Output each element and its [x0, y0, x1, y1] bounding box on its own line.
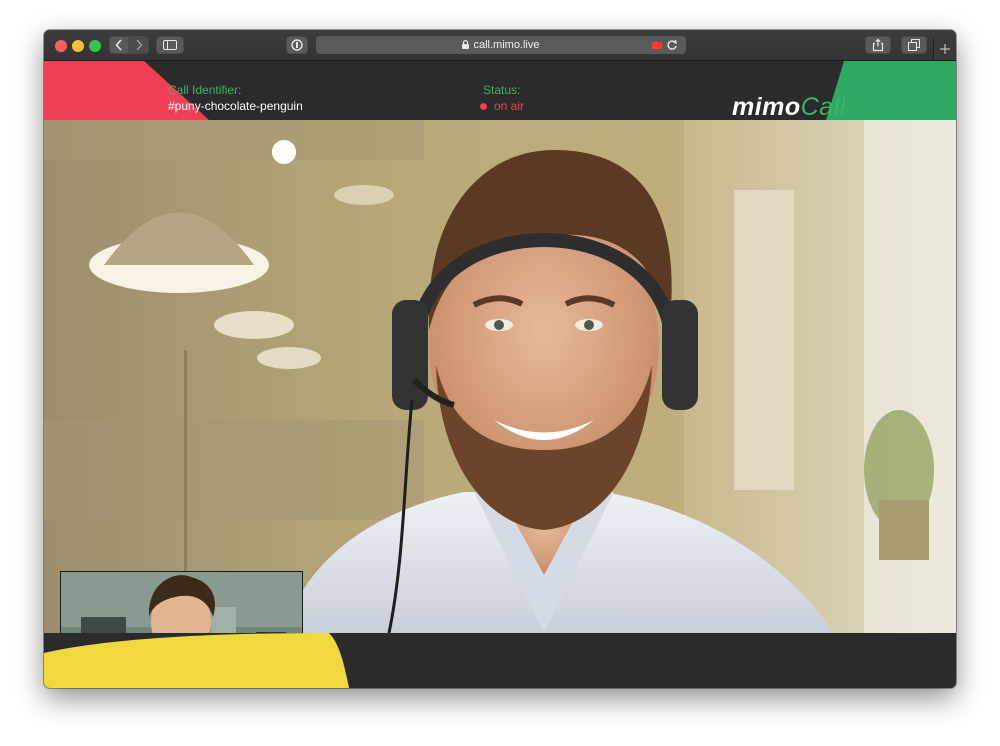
- remote-participant-video: [44, 120, 956, 633]
- local-participant-video: [61, 572, 302, 633]
- reload-icon[interactable]: [666, 39, 678, 51]
- sidebar-icon: [163, 40, 177, 50]
- forward-icon: [136, 39, 143, 51]
- status-indicator-dot: [480, 103, 487, 110]
- forward-button[interactable]: [129, 36, 149, 54]
- status-value: on air: [494, 99, 525, 113]
- address-text: call.mimo.live: [473, 39, 540, 51]
- mimocall-logo: mimoCall: [732, 92, 846, 120]
- privacy-icon: [291, 39, 303, 51]
- recording-icon[interactable]: [652, 42, 662, 49]
- show-tabs-button[interactable]: [901, 36, 927, 54]
- address-bar[interactable]: call.mimo.live: [316, 36, 686, 54]
- back-icon: [115, 39, 122, 51]
- new-tab-button[interactable]: [933, 38, 955, 60]
- share-button[interactable]: [865, 36, 891, 54]
- address-text-wrap: call.mimo.live: [316, 36, 686, 54]
- logo-part-b: Call: [800, 93, 846, 120]
- zoom-window-button[interactable]: [89, 40, 101, 52]
- footer-yellow-accent: [44, 633, 349, 688]
- browser-window: call.mimo.live Call Identifier: #puny-ch…: [44, 30, 956, 688]
- privacy-button[interactable]: [286, 36, 308, 54]
- new-tab-icon: [939, 44, 950, 54]
- lock-icon: [462, 40, 470, 49]
- status-label: Status:: [483, 83, 521, 97]
- remote-video[interactable]: [44, 120, 956, 633]
- minimize-window-button[interactable]: [72, 40, 84, 52]
- call-identifier-value: #puny-chocolate-penguin: [168, 99, 303, 113]
- self-view-video[interactable]: [60, 571, 303, 633]
- close-window-button[interactable]: [55, 40, 67, 52]
- sidebar-toggle-button[interactable]: [156, 36, 184, 54]
- tabs-icon: [908, 39, 920, 51]
- call-identifier-label: Call Identifier:: [168, 83, 242, 97]
- app-header: Call Identifier: #puny-chocolate-penguin…: [44, 61, 956, 120]
- back-button[interactable]: [109, 36, 129, 54]
- share-icon: [872, 38, 884, 52]
- browser-toolbar: call.mimo.live: [44, 30, 956, 61]
- logo-part-a: mimo: [732, 93, 801, 120]
- app-footer: [44, 633, 956, 688]
